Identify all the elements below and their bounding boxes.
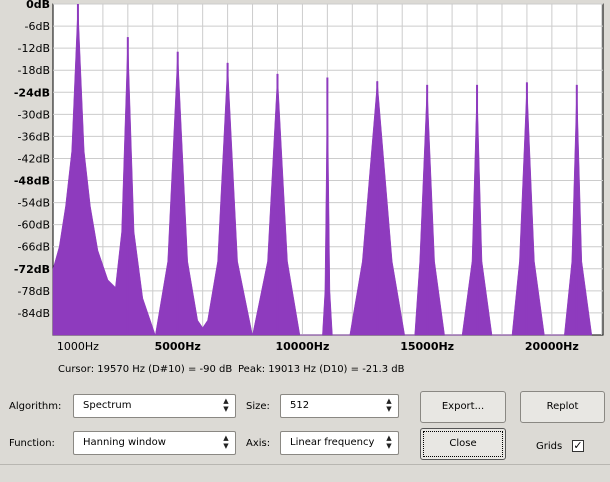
x-tick-label: 20000Hz	[525, 340, 579, 353]
size-select[interactable]: 512 ▲ ▼	[280, 394, 399, 418]
algorithm-select[interactable]: Spectrum ▲ ▼	[73, 394, 236, 418]
axis-select[interactable]: Linear frequency ▲ ▼	[280, 431, 399, 455]
y-tick-label: -78dB	[18, 285, 51, 298]
y-tick-label: -30dB	[18, 108, 51, 121]
y-tick-label: 0dB	[26, 0, 50, 11]
y-tick-label: -6dB	[25, 20, 51, 33]
y-tick-label: -84dB	[18, 307, 51, 320]
spectrum-chart[interactable]: 0dB -6dB -12dB -18dB -24dB -30dB -36dB -42dB -48…	[0, 0, 610, 360]
close-button[interactable]: Close	[420, 428, 506, 460]
function-value: Hanning window	[83, 437, 166, 448]
y-tick-label: -48dB	[14, 175, 50, 188]
updown-icon: ▲ ▼	[223, 397, 229, 413]
function-select[interactable]: Hanning window ▲ ▼	[73, 431, 236, 455]
axis-value: Linear frequency	[290, 437, 375, 448]
export-button[interactable]: Export...	[420, 391, 506, 423]
x-tick-label: 5000Hz	[155, 340, 201, 353]
y-tick-label: -54dB	[18, 197, 51, 210]
x-tick-label: 10000Hz	[275, 340, 329, 353]
y-tick-label: -36dB	[18, 130, 51, 143]
grids-label: Grids	[536, 441, 563, 452]
cursor-readout: Cursor: 19570 Hz (D#10) = -90 dB	[58, 364, 233, 375]
x-axis: 1000Hz 5000Hz 10000Hz 15000Hz 20000Hz	[57, 340, 579, 353]
y-tick-label: -72dB	[14, 263, 50, 276]
y-tick-label: -24dB	[14, 86, 50, 99]
updown-icon: ▲ ▼	[386, 397, 392, 413]
updown-icon: ▲ ▼	[223, 434, 229, 450]
peak-readout: Peak: 19013 Hz (D10) = -21.3 dB	[238, 364, 405, 375]
y-tick-label: -66dB	[18, 241, 51, 254]
size-value: 512	[290, 400, 310, 411]
x-tick-label: 1000Hz	[57, 340, 99, 353]
algorithm-value: Spectrum	[83, 400, 132, 411]
algorithm-label: Algorithm:	[9, 401, 62, 412]
y-axis: 0dB -6dB -12dB -18dB -24dB -30dB -36dB -42dB -48…	[14, 0, 50, 320]
x-tick-label: 15000Hz	[400, 340, 454, 353]
y-tick-label: -18dB	[18, 64, 51, 77]
updown-icon: ▲ ▼	[386, 434, 392, 450]
status-bar	[0, 464, 610, 482]
function-label: Function:	[9, 438, 55, 449]
y-tick-label: -42dB	[18, 152, 51, 165]
y-tick-label: -60dB	[18, 219, 51, 232]
axis-label: Axis:	[246, 438, 271, 449]
y-tick-label: -12dB	[18, 42, 51, 55]
replot-button[interactable]: Replot	[520, 391, 605, 423]
checkmark-icon: ✓	[573, 439, 583, 452]
size-label: Size:	[246, 401, 270, 412]
grids-checkbox[interactable]: ✓	[572, 440, 584, 452]
